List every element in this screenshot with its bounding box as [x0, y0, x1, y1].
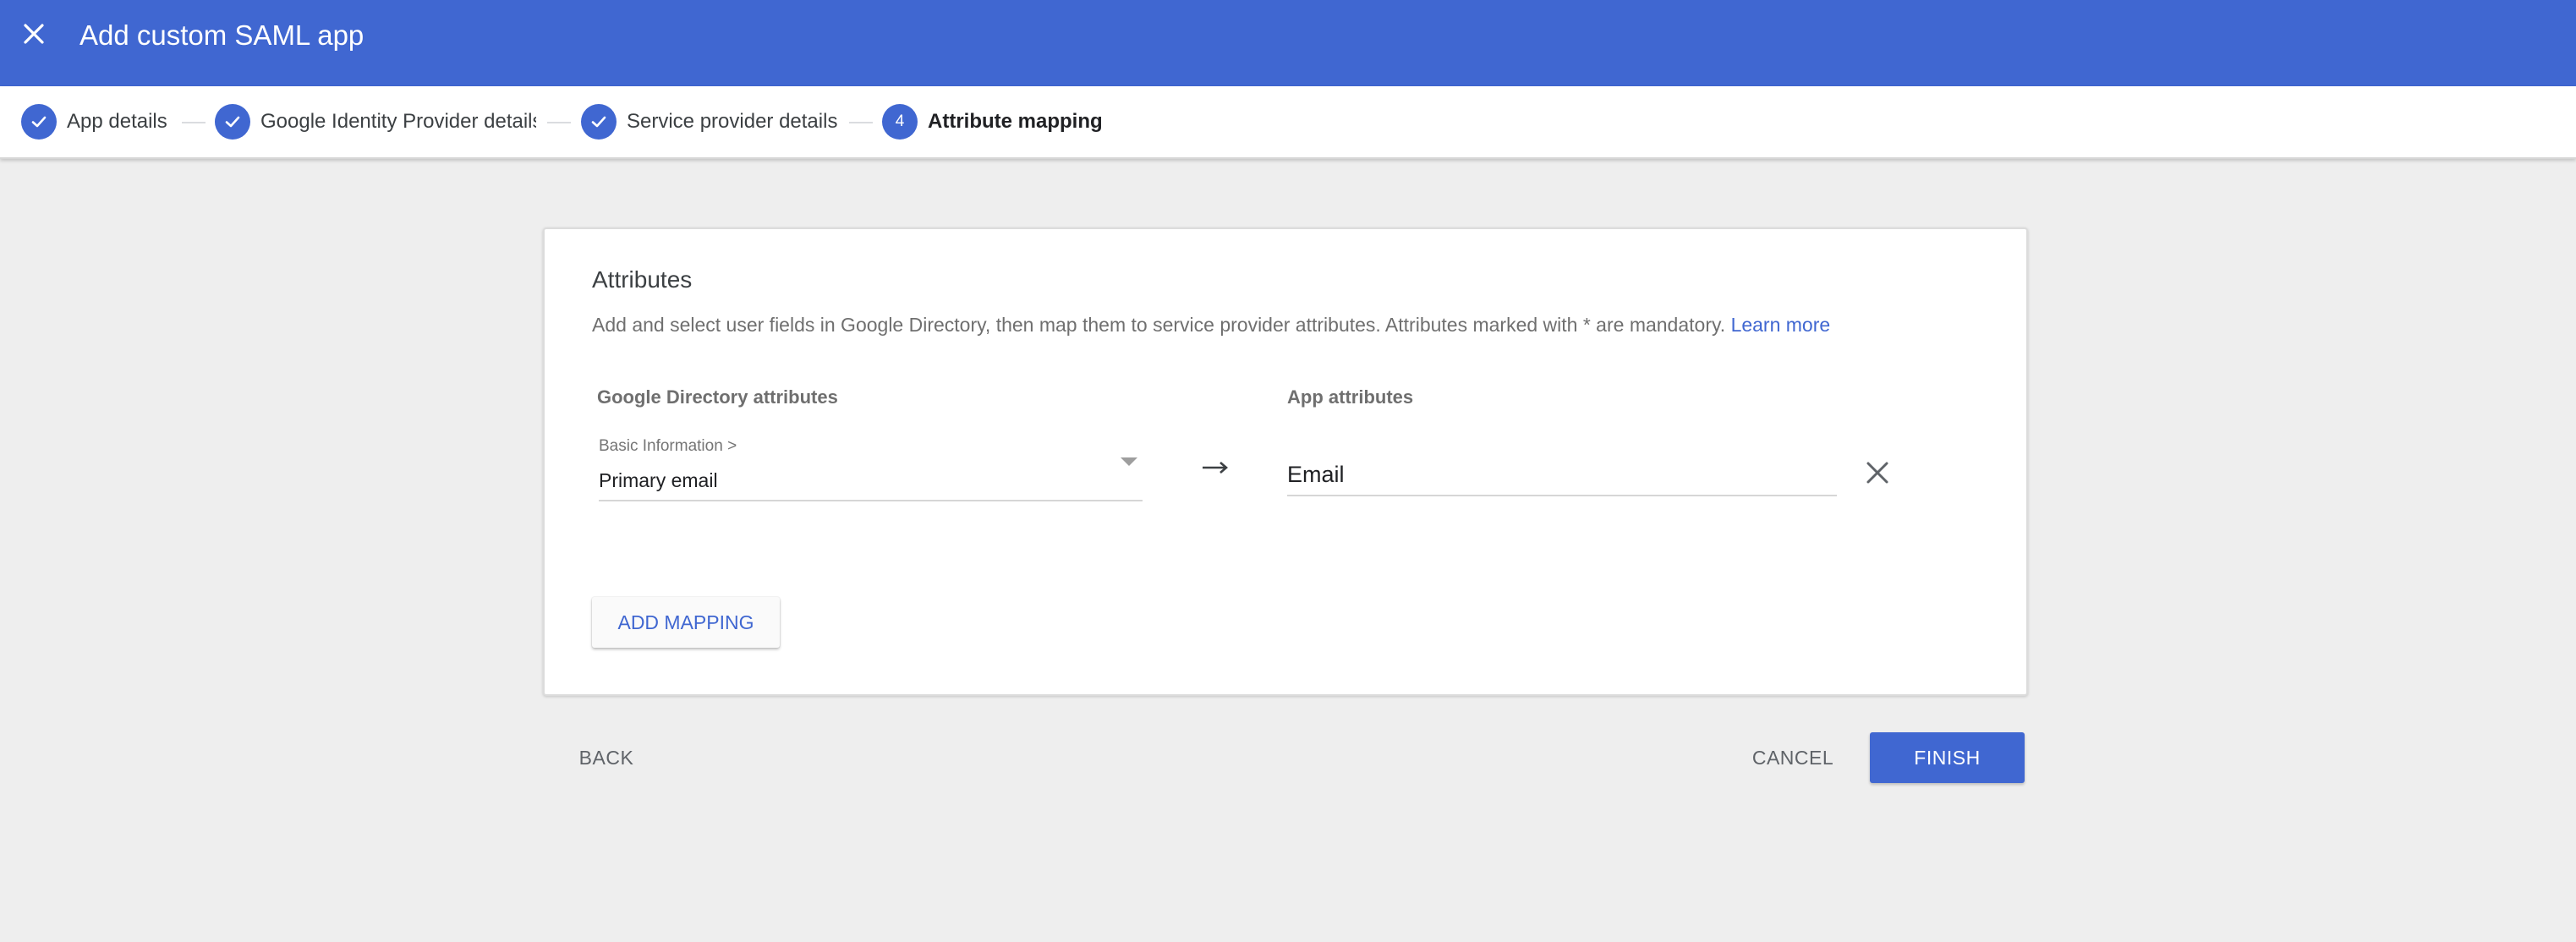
google-attribute-select[interactable]: Basic Information > Primary email: [599, 437, 1143, 501]
step-label: Google Identity Provider details: [260, 110, 536, 133]
app-attribute-input[interactable]: [1287, 457, 1837, 491]
step-label: Service provider details: [627, 110, 838, 133]
chevron-down-icon: [1121, 457, 1137, 466]
step-connector: [547, 122, 571, 123]
stepper: App details Google Identity Provider det…: [0, 86, 2576, 159]
attribute-category: Basic Information >: [599, 437, 737, 455]
step-attribute-mapping[interactable]: 4 Attribute mapping: [882, 104, 1103, 140]
back-button[interactable]: BACK: [568, 732, 644, 783]
app-attributes-header: App attributes: [1287, 386, 1414, 408]
close-icon[interactable]: [15, 15, 52, 52]
description-text: Add and select user fields in Google Dir…: [592, 314, 1726, 336]
step-connector: [849, 122, 873, 123]
app-header: Add custom SAML app: [0, 0, 2576, 86]
arrow-right-icon: [1201, 459, 1230, 476]
remove-mapping-icon[interactable]: [1864, 459, 1891, 486]
page-title: Add custom SAML app: [79, 19, 364, 51]
step-service-provider-details[interactable]: Service provider details: [581, 104, 837, 140]
add-mapping-button[interactable]: ADD MAPPING: [592, 597, 780, 648]
check-icon: [215, 104, 250, 140]
learn-more-link[interactable]: Learn more: [1731, 314, 1831, 336]
check-icon: [581, 104, 617, 140]
app-attribute-field[interactable]: [1287, 457, 1837, 496]
attribute-selected-value: Primary email: [599, 469, 718, 491]
check-icon: [21, 104, 57, 140]
google-directory-attributes-header: Google Directory attributes: [597, 386, 838, 408]
step-app-details[interactable]: App details: [21, 104, 167, 140]
card-description: Add and select user fields in Google Dir…: [592, 314, 1830, 337]
cancel-button[interactable]: CANCEL: [1742, 732, 1844, 783]
step-number-badge: 4: [882, 104, 918, 140]
attributes-card: Attributes Add and select user fields in…: [543, 227, 2028, 696]
finish-button[interactable]: FINISH: [1870, 732, 2025, 783]
step-label: Attribute mapping: [928, 110, 1103, 133]
step-google-idp-details[interactable]: Google Identity Provider details: [215, 104, 536, 140]
card-title: Attributes: [592, 266, 693, 293]
step-connector: [182, 122, 206, 123]
step-label: App details: [67, 110, 167, 133]
